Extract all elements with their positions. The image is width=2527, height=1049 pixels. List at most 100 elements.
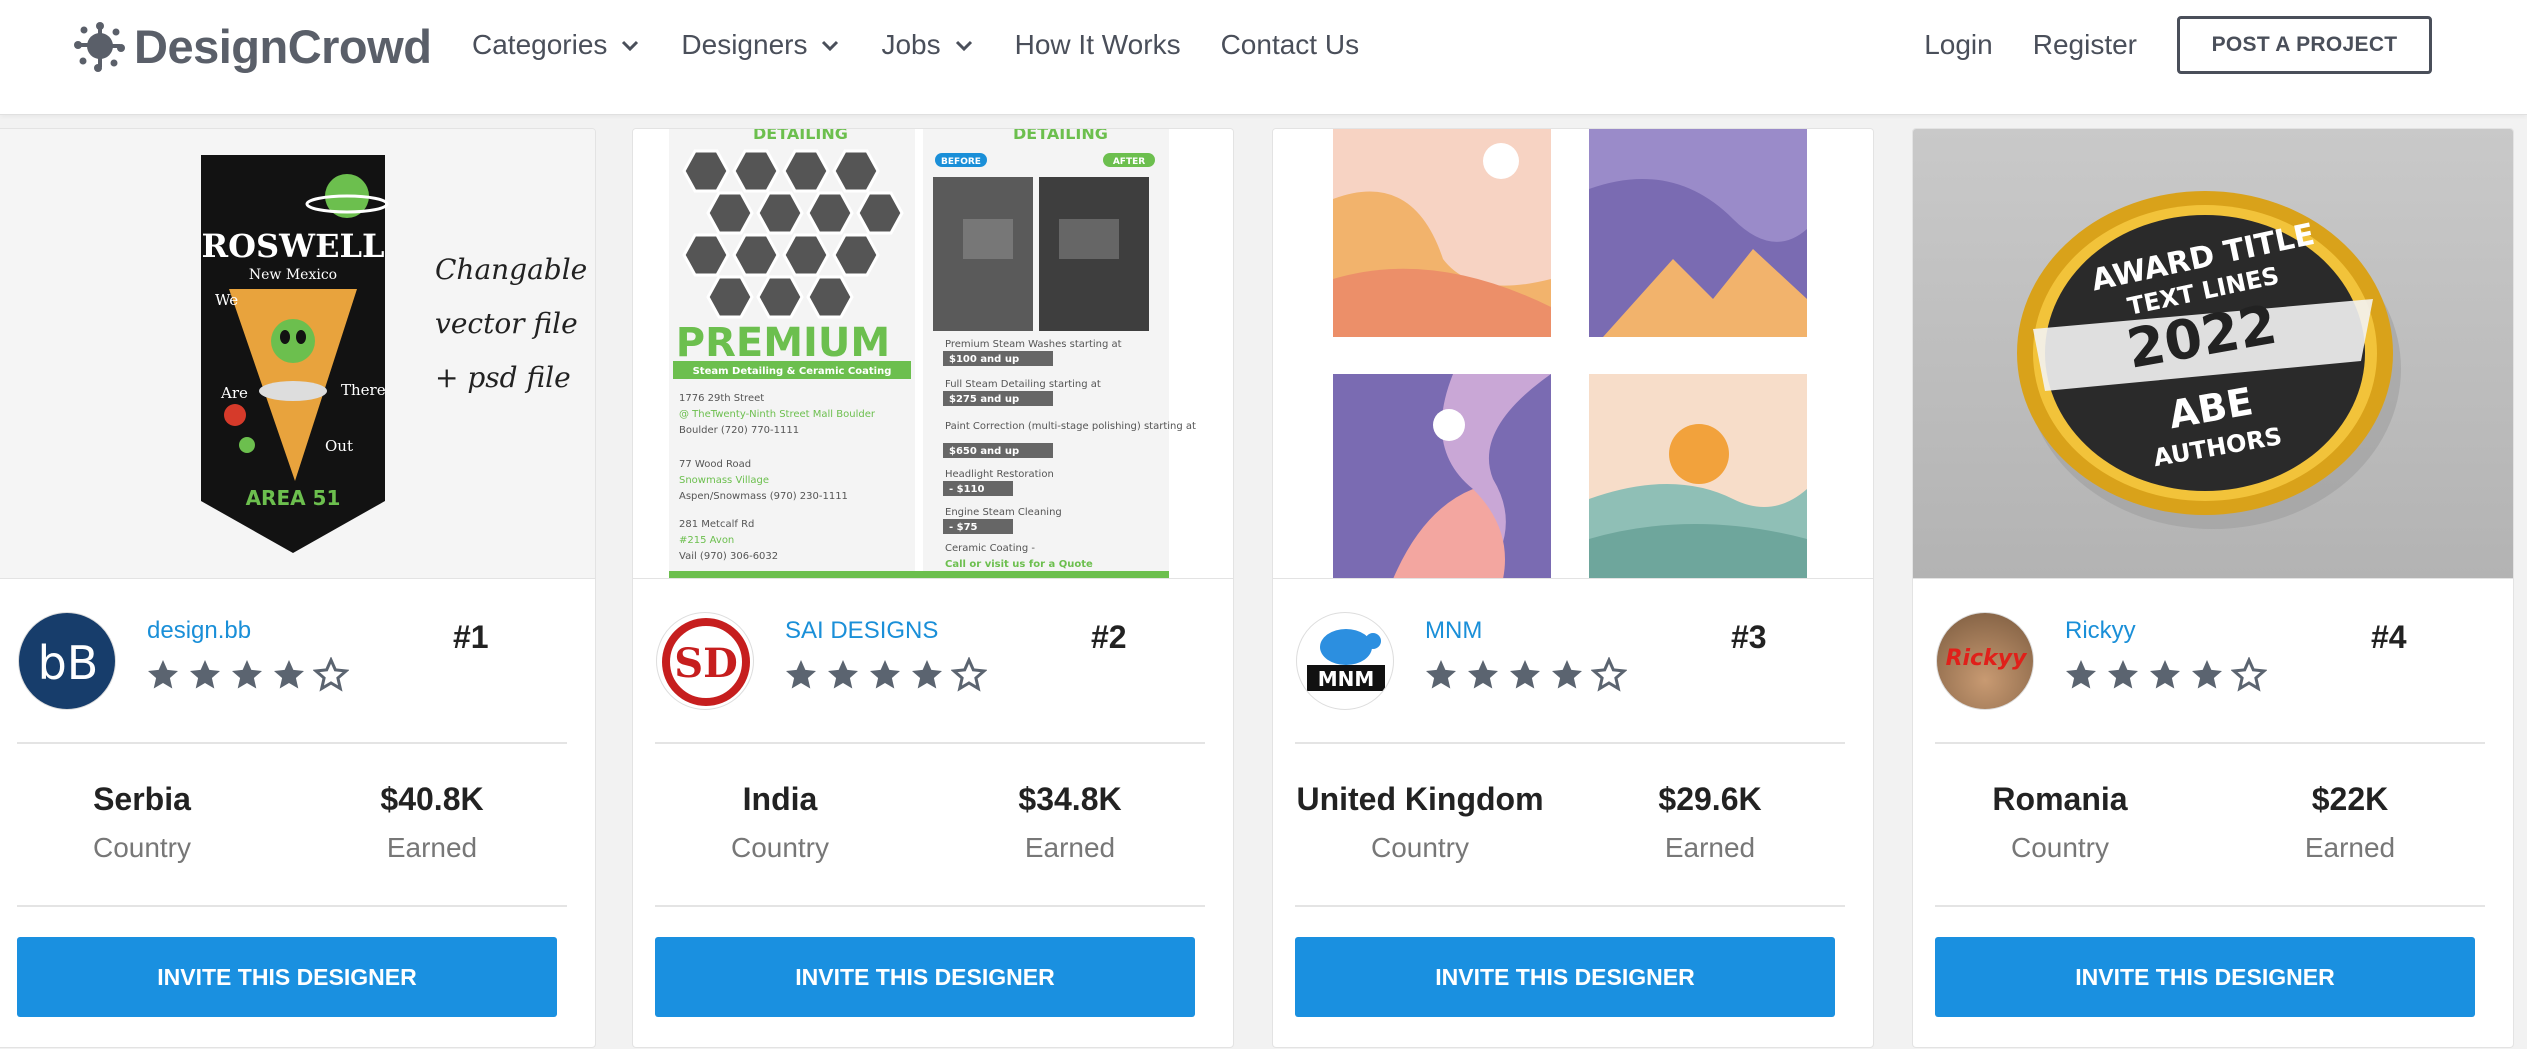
invite-designer-button[interactable]: INVITE THIS DESIGNER (1295, 937, 1835, 1017)
avatar[interactable]: Rickyy (1936, 612, 2034, 710)
nav-designers[interactable]: Designers (681, 29, 841, 61)
portfolio-image[interactable]: DETAILING DETAILING PREMIUM Steam Detail… (633, 129, 1233, 579)
flyer-address: 281 Metcalf Rd (679, 519, 754, 530)
detailing-flyer-artwork: DETAILING DETAILING PREMIUM Steam Detail… (669, 129, 1196, 578)
flyer-price: - $110 (949, 484, 985, 495)
divider (655, 742, 1205, 744)
star-filled-icon (148, 660, 178, 689)
logo-splat-icon (74, 22, 125, 72)
divider (1935, 905, 2485, 907)
designer-rank: #2 (1091, 619, 1127, 655)
designer-name[interactable]: MNM (1425, 617, 1482, 645)
post-project-button[interactable]: POST A PROJECT (2177, 16, 2432, 74)
flyer-price: $650 and up (949, 446, 1019, 457)
country-value: Romania (1992, 781, 2128, 817)
star-filled-icon (1552, 660, 1582, 689)
flyer-address: Boulder (720) 770-1111 (679, 425, 799, 436)
flyer-quote: Call or visit us for a Quote (945, 559, 1093, 570)
earned-value: $40.8K (380, 781, 484, 817)
invite-designer-button[interactable]: INVITE THIS DESIGNER (1935, 937, 2475, 1017)
flyer-address: Aspen/Snowmass (970) 230-1111 (679, 491, 848, 502)
designer-name[interactable]: design.bb (147, 617, 251, 645)
flyer-brand: DETAILING (753, 129, 848, 143)
avatar-text: bB (38, 636, 99, 690)
flyer-address: @ TheTwenty-Ninth Street Mall Boulder (679, 409, 876, 420)
divider (1295, 905, 1845, 907)
country-stat: Serbia Country (17, 781, 267, 864)
portfolio-image[interactable]: ROSWELL New Mexico We Are There Out AREA… (0, 129, 595, 579)
star-filled-icon (232, 660, 262, 689)
nav-jobs[interactable]: Jobs (881, 29, 974, 61)
star-filled-icon (2192, 660, 2222, 689)
avatar[interactable]: SD (656, 612, 754, 710)
flyer-service: Ceramic Coating - (945, 543, 1035, 554)
account-nav: Login Register POST A PROJECT (1924, 16, 2527, 74)
pennant-word: Out (325, 437, 353, 455)
earned-value: $34.8K (1018, 781, 1122, 817)
artwork-note: Changable (435, 253, 587, 286)
star-filled-icon (2108, 660, 2138, 689)
nav-contact-us[interactable]: Contact Us (1221, 29, 1360, 61)
nav-label: Contact Us (1220, 29, 1360, 60)
chevron-down-icon (822, 40, 839, 52)
nav-label: Designers (681, 29, 808, 60)
flyer-tagline: Steam Detailing & Ceramic Coating (693, 366, 892, 377)
portfolio-image[interactable] (1273, 129, 1873, 579)
country-label: Country (730, 832, 830, 863)
avatar[interactable]: MNM (1296, 612, 1394, 710)
earned-value: $22K (2311, 781, 2389, 817)
designer-rank: #1 (453, 619, 489, 655)
star-rating (145, 657, 355, 693)
nav-categories[interactable]: Categories (472, 29, 641, 61)
earned-value: $29.6K (1658, 781, 1762, 817)
earned-label: Earned (2304, 832, 2396, 863)
roswell-pennant-artwork: ROSWELL New Mexico We Are There Out AREA… (201, 155, 587, 553)
pennant-area: AREA 51 (246, 486, 341, 510)
designer-rank: #3 (1731, 619, 1767, 655)
avatar-logo: SD (662, 618, 750, 706)
star-filled-icon (1426, 660, 1456, 689)
country-stat: Romania Country (1935, 781, 2185, 864)
avatar-text: SD (674, 640, 738, 687)
avatar-logo: MNM (1307, 629, 1385, 691)
designer-name[interactable]: SAI DESIGNS (785, 617, 938, 645)
earned-label: Earned (1664, 832, 1756, 863)
flyer-address: #215 Avon (679, 535, 734, 546)
flyer-service: Engine Steam Cleaning (945, 507, 1062, 518)
flyer-service: Paint Correction (multi-stage polishing)… (945, 421, 1196, 432)
abstract-landscapes-artwork (1333, 129, 1807, 578)
portfolio-image[interactable]: AWARD TITLE TEXT LINES 2022 ABE AUTHORS (1913, 129, 2513, 579)
flyer-price: $275 and up (949, 394, 1019, 405)
earned-stat: $22K Earned (2225, 781, 2475, 864)
star-filled-icon (828, 660, 858, 689)
country-value: United Kingdom (1296, 781, 1544, 817)
pennant-title: ROSWELL (202, 227, 385, 265)
invite-designer-button[interactable]: INVITE THIS DESIGNER (655, 937, 1195, 1017)
earned-stat: $29.6K Earned (1585, 781, 1835, 864)
pennant-word: Are (220, 384, 248, 402)
brand-name: DesignCrowd (134, 19, 432, 73)
designer-name[interactable]: Rickyy (2065, 617, 2136, 645)
pennant-subtitle: New Mexico (249, 267, 337, 283)
country-label: Country (1370, 832, 1470, 863)
register-link[interactable]: Register (2033, 29, 2137, 61)
nav-how-it-works[interactable]: How It Works (1015, 29, 1181, 61)
star-filled-icon (190, 660, 220, 689)
flyer-price: $100 and up (949, 354, 1019, 365)
avatar-logo: bB (38, 636, 99, 690)
divider (17, 742, 567, 744)
avatar-logo: Rickyy (1946, 646, 2028, 671)
star-rating (783, 657, 993, 693)
pennant-word: We (215, 291, 238, 309)
logo[interactable]: DesignCrowd (72, 18, 432, 74)
designer-card: MNM MNM #3 United Kingdom Country $29.6K… (1272, 128, 1874, 1048)
nav-label: How It Works (1014, 29, 1181, 60)
invite-designer-button[interactable]: INVITE THIS DESIGNER (17, 937, 557, 1017)
flyer-after: AFTER (1113, 157, 1145, 167)
divider (655, 905, 1205, 907)
login-link[interactable]: Login (1924, 29, 1993, 61)
star-filled-icon (870, 660, 900, 689)
avatar[interactable]: bB (18, 612, 116, 710)
star-empty-icon (1591, 657, 1627, 692)
artwork-note: vector file (435, 307, 578, 340)
